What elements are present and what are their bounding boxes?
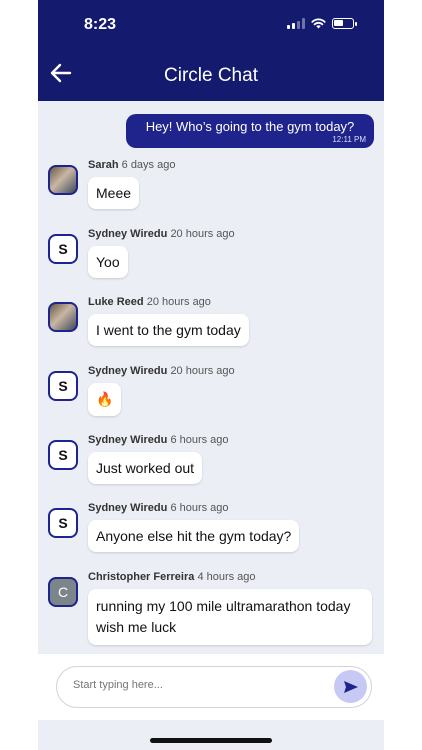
status-time: 8:23 — [84, 16, 117, 33]
message-time: 6 days ago — [121, 159, 176, 171]
avatar[interactable]: C — [48, 577, 78, 607]
wifi-icon — [311, 18, 326, 29]
status-icons — [287, 18, 357, 29]
message-time: 6 hours ago — [170, 502, 229, 514]
message-bubble[interactable]: Yoo — [88, 246, 128, 278]
send-button[interactable] — [334, 670, 367, 703]
battery-icon — [332, 18, 357, 29]
message-bubble[interactable]: Anyone else hit the gym today? — [88, 520, 300, 552]
sender-name: Sydney Wiredu — [88, 434, 168, 446]
sender-name: Sydney Wiredu — [88, 365, 168, 377]
chat-screen: 8:23 Circle Chat Hey! Who’s going to the… — [38, 0, 384, 750]
message-input-container — [56, 666, 372, 708]
message-input[interactable] — [71, 678, 325, 692]
sender-name: Christopher Ferreira — [88, 571, 195, 583]
message-meta: Christopher Ferreira 4 hours ago — [88, 571, 256, 583]
message-bubble[interactable]: Meee — [88, 177, 140, 209]
sent-message-bubble[interactable]: Hey! Who’s going to the gym today? 12:11… — [126, 114, 374, 148]
message-meta: Sydney Wiredu 20 hours ago — [88, 228, 235, 240]
message-meta: Sydney Wiredu 20 hours ago — [88, 365, 235, 377]
message-meta: Luke Reed 20 hours ago — [88, 296, 211, 308]
message-bubble[interactable]: Just worked out — [88, 452, 203, 484]
sent-message-timestamp: 12:11 PM — [332, 135, 366, 144]
message-time: 4 hours ago — [197, 571, 256, 583]
avatar[interactable] — [48, 302, 78, 332]
message-meta: Sarah 6 days ago — [88, 159, 175, 171]
avatar[interactable]: S — [48, 508, 78, 538]
message-time: 20 hours ago — [146, 296, 211, 308]
message-composer — [38, 654, 384, 720]
message-bubble[interactable]: I went to the gym today — [88, 314, 249, 346]
message-time: 20 hours ago — [170, 228, 235, 240]
header-bar: 8:23 Circle Chat — [38, 0, 384, 101]
avatar[interactable] — [48, 165, 78, 195]
avatar[interactable]: S — [48, 440, 78, 470]
message-time: 20 hours ago — [170, 365, 235, 377]
sender-name: Sydney Wiredu — [88, 228, 168, 240]
sender-name: Sydney Wiredu — [88, 502, 168, 514]
cellular-signal-icon — [287, 18, 305, 29]
send-icon — [343, 680, 358, 693]
sent-message-text: Hey! Who’s going to the gym today? — [145, 119, 355, 134]
message-time: 6 hours ago — [170, 434, 229, 446]
sender-name: Luke Reed — [88, 296, 144, 308]
message-bubble[interactable]: running my 100 mile ultramarathon today … — [88, 589, 372, 645]
avatar[interactable]: S — [48, 234, 78, 264]
home-indicator — [150, 738, 272, 743]
message-bubble[interactable]: 🔥 — [88, 383, 122, 416]
page-title: Circle Chat — [164, 65, 258, 86]
message-meta: Sydney Wiredu 6 hours ago — [88, 434, 229, 446]
avatar[interactable]: S — [48, 371, 78, 401]
message-meta: Sydney Wiredu 6 hours ago — [88, 502, 229, 514]
sender-name: Sarah — [88, 159, 119, 171]
